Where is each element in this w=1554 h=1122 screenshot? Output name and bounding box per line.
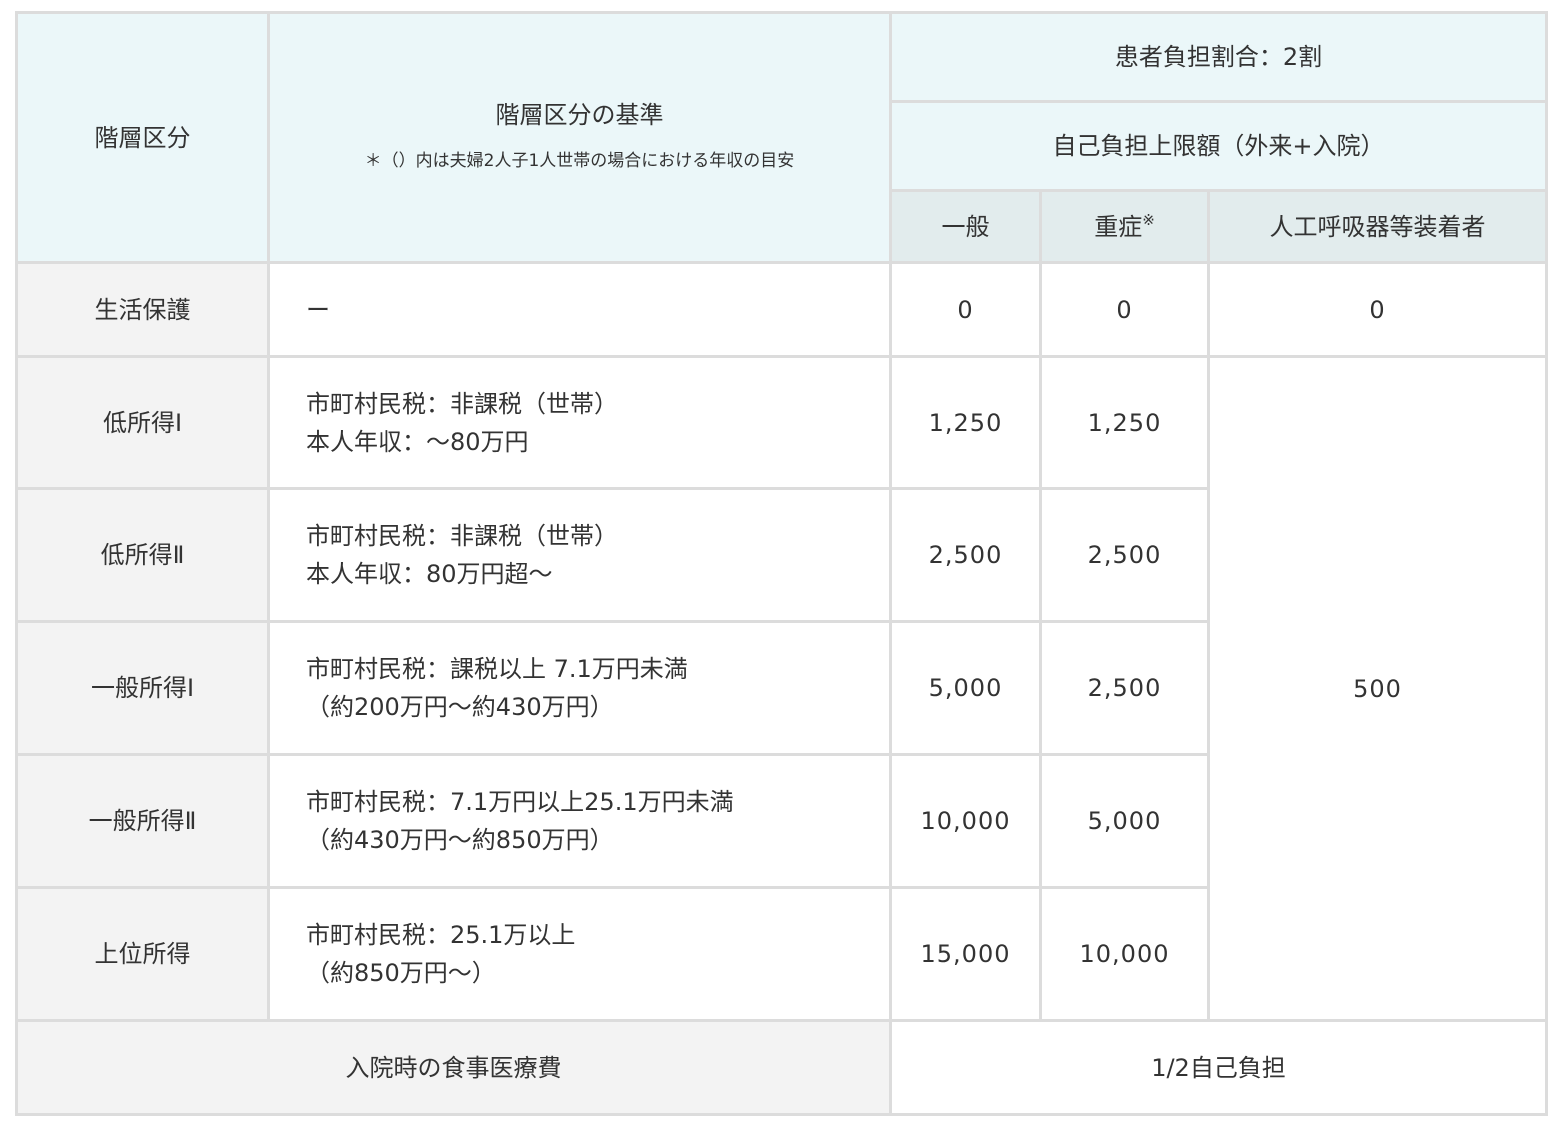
row-severe-value: 0 <box>1116 295 1133 324</box>
row-general: 10,000 <box>889 753 1042 889</box>
header-general: 一般 <box>889 189 1042 264</box>
row-criteria: 市町村民税：7.1万円以上25.1万円未満 （約430万円〜約850万円） <box>267 753 892 889</box>
row-severe: 5,000 <box>1039 753 1210 889</box>
header-tier: 階層区分 <box>15 11 270 264</box>
footer-label: 入院時の食事医療費 <box>15 1019 892 1116</box>
row-tier: 一般所得Ⅰ <box>15 620 270 756</box>
header-severe: 重症※ <box>1039 189 1210 264</box>
header-severe-label: 重症 <box>1094 212 1143 241</box>
row-severe-value: 5,000 <box>1087 807 1162 835</box>
header-criteria: 階層区分の基準 ＊（）内は夫婦2人子1人世帯の場合における年収の目安 <box>267 11 892 264</box>
row-criteria-line2: （約850万円〜） <box>306 959 496 987</box>
row-general-value: 2,500 <box>928 541 1003 569</box>
header-limit-label: 自己負担上限額（外来+入院） <box>1052 132 1385 160</box>
row-general: 5,000 <box>889 620 1042 756</box>
row-criteria-line1: 市町村民税：7.1万円以上25.1万円未満 <box>306 788 734 816</box>
header-general-label: 一般 <box>941 212 990 241</box>
ventilator-shared-value: 500 <box>1353 674 1402 703</box>
row-general-value: 1,250 <box>928 408 1003 437</box>
footer-value: 1/2自己負担 <box>889 1019 1548 1116</box>
footer-value-text: 1/2自己負担 <box>1151 1053 1286 1082</box>
row-tier: 生活保護 <box>15 261 270 358</box>
row-criteria: ー <box>267 261 892 358</box>
table-row: 生活保護 ー 0 0 0 <box>15 261 1548 358</box>
row-criteria-line2: （約200万円〜約430万円） <box>306 693 614 721</box>
table-row: 低所得Ⅰ 市町村民税：非課税（世帯） 本人年収：〜80万円 1,250 1,25… <box>15 355 1548 1022</box>
row-criteria-line2: （約430万円〜約850万円） <box>306 826 614 854</box>
header-burden-ratio-label: 患者負担割合：2割 <box>1114 43 1323 71</box>
row-criteria: 市町村民税：25.1万以上 （約850万円〜） <box>267 886 892 1022</box>
header-severe-mark: ※ <box>1142 210 1155 229</box>
row-general: 1,250 <box>889 355 1042 490</box>
row-tier: 低所得Ⅰ <box>15 355 270 490</box>
footer-row: 入院時の食事医療費 1/2自己負担 <box>15 1019 1548 1116</box>
row-general-value: 5,000 <box>928 674 1003 702</box>
row-general-value: 10,000 <box>920 807 1011 835</box>
row-severe: 0 <box>1039 261 1210 358</box>
row-tier: 一般所得Ⅱ <box>15 753 270 889</box>
row-criteria-line2: 本人年収：〜80万円 <box>306 427 529 456</box>
header-criteria-title: 階層区分の基準 <box>495 100 664 129</box>
row-criteria-line1: ー <box>306 295 330 324</box>
row-ventilator-value: 0 <box>1369 295 1386 324</box>
row-general-value: 0 <box>957 295 974 324</box>
row-criteria: 市町村民税：非課税（世帯） 本人年収：80万円超〜 <box>267 487 892 623</box>
row-criteria-line1: 市町村民税：非課税（世帯） <box>306 522 618 550</box>
header-tier-label: 階層区分 <box>94 123 191 152</box>
row-severe-value: 10,000 <box>1079 940 1170 968</box>
cost-limit-table: 階層区分 階層区分の基準 ＊（）内は夫婦2人子1人世帯の場合における年収の目安 … <box>15 11 1548 1116</box>
row-severe: 10,000 <box>1039 886 1210 1022</box>
ventilator-shared: 500 <box>1207 355 1548 1022</box>
row-tier-label: 上位所得 <box>94 940 191 968</box>
row-tier-label: 一般所得Ⅰ <box>90 674 195 702</box>
header-burden-ratio: 患者負担割合：2割 <box>889 11 1548 103</box>
row-general: 15,000 <box>889 886 1042 1022</box>
header-criteria-note: ＊（）内は夫婦2人子1人世帯の場合における年収の目安 <box>364 150 795 171</box>
row-criteria-line1: 市町村民税：課税以上 7.1万円未満 <box>306 655 688 683</box>
row-severe: 2,500 <box>1039 620 1210 756</box>
row-severe: 2,500 <box>1039 487 1210 623</box>
row-severe-value: 2,500 <box>1087 674 1162 702</box>
row-tier: 低所得Ⅱ <box>15 487 270 623</box>
row-ventilator: 0 <box>1207 261 1548 358</box>
header-limit: 自己負担上限額（外来+入院） <box>889 100 1548 192</box>
footer-label-text: 入院時の食事医療費 <box>345 1053 562 1082</box>
row-tier: 上位所得 <box>15 886 270 1022</box>
header-ventilator: 人工呼吸器等装着者 <box>1207 189 1548 264</box>
row-general-value: 15,000 <box>920 940 1011 968</box>
row-general: 0 <box>889 261 1042 358</box>
row-tier-label: 低所得Ⅱ <box>100 541 185 569</box>
row-tier-label: 生活保護 <box>94 295 191 324</box>
row-tier-label: 低所得Ⅰ <box>102 408 183 437</box>
row-criteria-line1: 市町村民税：非課税（世帯） <box>306 389 618 418</box>
row-severe: 1,250 <box>1039 355 1210 490</box>
row-criteria: 市町村民税：非課税（世帯） 本人年収：〜80万円 <box>267 355 892 490</box>
row-severe-value: 2,500 <box>1087 541 1162 569</box>
row-general: 2,500 <box>889 487 1042 623</box>
row-criteria-line1: 市町村民税：25.1万以上 <box>306 921 576 949</box>
row-criteria: 市町村民税：課税以上 7.1万円未満 （約200万円〜約430万円） <box>267 620 892 756</box>
row-tier-label: 一般所得Ⅱ <box>88 807 197 835</box>
row-severe-value: 1,250 <box>1087 408 1162 437</box>
row-criteria-line2: 本人年収：80万円超〜 <box>306 560 553 588</box>
header-ventilator-label: 人工呼吸器等装着者 <box>1269 212 1486 241</box>
